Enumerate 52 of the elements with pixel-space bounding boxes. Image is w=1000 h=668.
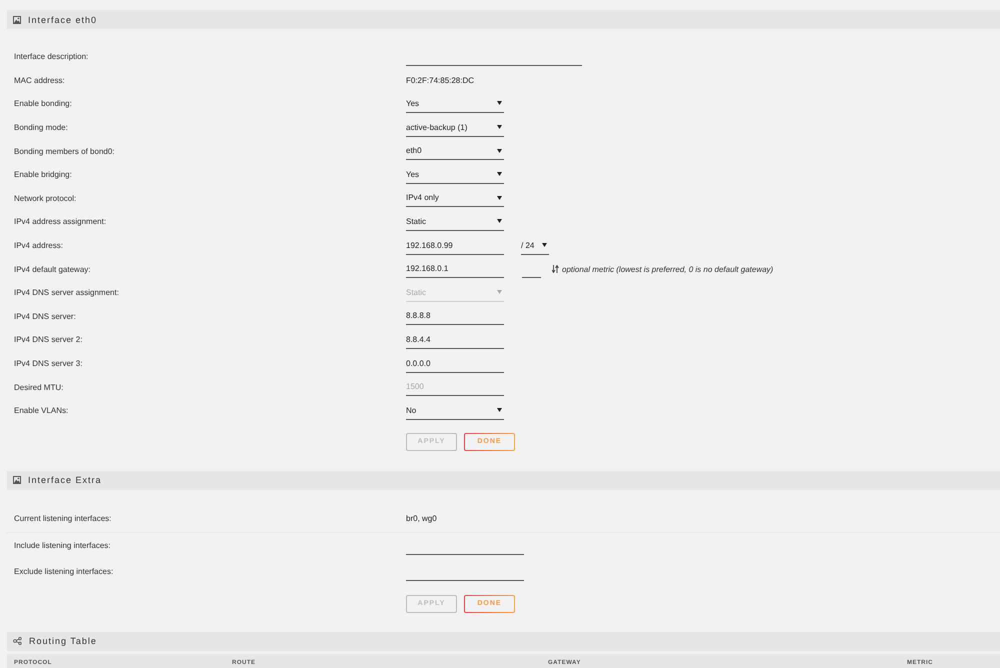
select-field[interactable]: active-backup (1) [406, 118, 504, 137]
field-label: IPv4 address: [14, 241, 64, 250]
section-title: Routing Table [29, 636, 97, 646]
caret-icon [497, 101, 502, 106]
field-label: Enable VLANs: [14, 406, 70, 416]
input-field[interactable]: 192.168.0.99 [406, 236, 504, 255]
caret-icon [497, 219, 502, 224]
field-label: IPv4 DNS server: [14, 312, 77, 321]
hint-text: optional metric (lowest is preferred, 0 is no default gateway) [562, 264, 774, 274]
field-label: Include listening interfaces: [14, 541, 112, 550]
section-title: Interface eth0 [28, 14, 98, 24]
field-label: Exclude listening interfaces: [14, 567, 114, 576]
select-field[interactable]: Static [406, 212, 504, 231]
section-title: Interface Extra [28, 475, 102, 485]
select-field[interactable]: Yes [406, 94, 504, 113]
caret-icon [497, 290, 502, 294]
select-field[interactable]: Yes [406, 166, 504, 184]
caret-icon [497, 408, 502, 412]
caret-icon [542, 243, 547, 248]
caret-icon [497, 125, 502, 130]
field-label: IPv4 DNS server 2: [14, 335, 84, 344]
field-label: IPv4 default gateway: [14, 264, 92, 274]
field-label: IPv4 DNS server assignment: [14, 288, 120, 298]
input-field[interactable]: 0.0.0.0 [406, 354, 504, 373]
select-field[interactable]: eth0 [406, 142, 504, 160]
field-label: IPv4 address assignment: [14, 217, 108, 226]
caret-icon [497, 196, 502, 200]
value-text: br0, wg0 [406, 514, 437, 523]
image-icon [13, 16, 21, 24]
prefix-select[interactable]: / 24 [521, 236, 549, 255]
value-text: F0:2F:74:85:28:DC [406, 76, 474, 85]
select-field[interactable]: No [406, 402, 504, 420]
input-field[interactable]: 8.8.8.8 [406, 307, 504, 326]
field-label: MAC address: [14, 76, 66, 85]
field-label: Enable bonding: [14, 99, 73, 108]
field-label: IPv4 DNS server 3: [14, 359, 84, 368]
input-field[interactable]: 1500 [406, 378, 504, 396]
input-field[interactable]: 8.8.4.4 [406, 330, 504, 349]
caret-icon [497, 172, 502, 176]
image-icon [13, 476, 21, 484]
share-nodes-icon [13, 637, 22, 645]
field-label: Bonding members of bond0: [14, 146, 116, 156]
sort-icon [552, 265, 559, 274]
select-field[interactable]: IPv4 only [406, 189, 504, 208]
field-label: Desired MTU: [14, 382, 64, 392]
field-label: Current listening interfaces: [14, 514, 112, 523]
field-label: Bonding mode: [14, 123, 69, 132]
field-label: Network protocol: [14, 194, 78, 203]
input-field[interactable]: 192.168.0.1 [406, 260, 504, 278]
caret-icon [497, 148, 502, 153]
field-label: Enable bridging: [14, 170, 73, 180]
field-label: Interface description: [14, 52, 90, 62]
